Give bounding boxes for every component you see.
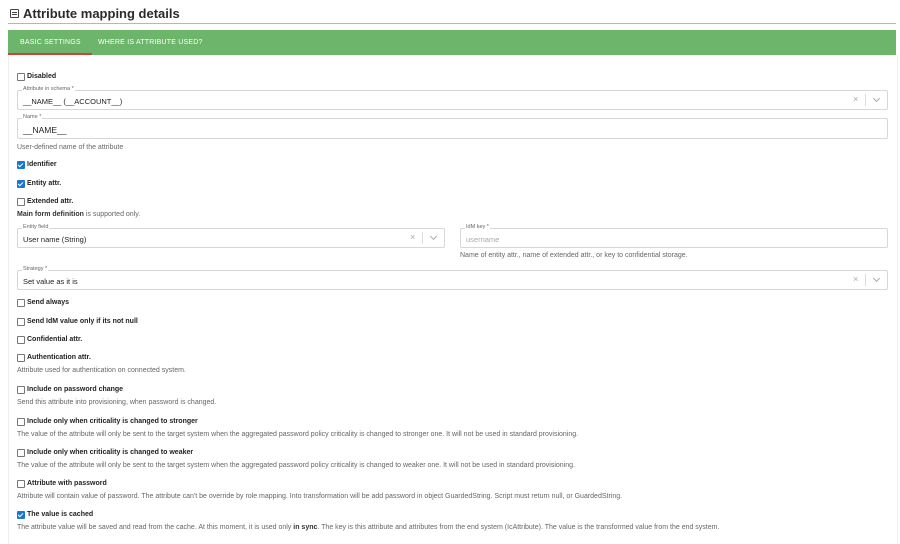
tab-label: WHERE IS ATTRIBUTE USED? <box>98 39 203 46</box>
schema-attribute-select[interactable]: Attribute in schema * __NAME__ (__ACCOUN… <box>17 86 888 110</box>
with-password-label: Attribute with password <box>27 480 107 487</box>
tab-bar: BASIC SETTINGS WHERE IS ATTRIBUTE USED? <box>8 30 896 55</box>
chevron-down-icon[interactable] <box>429 232 438 241</box>
cached-help: The attribute value will be saved and re… <box>17 524 719 531</box>
clear-icon[interactable]: × <box>853 94 858 104</box>
tab-basic-settings[interactable]: BASIC SETTINGS <box>8 30 92 55</box>
entity-attr-checkbox[interactable] <box>17 180 25 188</box>
criticality-stronger-label: Include only when criticality is changed… <box>27 418 198 425</box>
send-not-null-label: Send IdM value only if its not null <box>27 318 138 325</box>
send-always-checkbox[interactable] <box>17 299 25 307</box>
disabled-checkbox[interactable] <box>17 73 25 81</box>
confidential-label: Confidential attr. <box>27 336 83 343</box>
page-title-text: Attribute mapping details <box>23 6 180 21</box>
criticality-weaker-help: The value of the attribute will only be … <box>17 462 575 469</box>
idm-key-placeholder: username <box>466 235 500 244</box>
cached-help-text-end: . The key is this attribute and attribut… <box>317 524 720 531</box>
confidential-checkbox[interactable] <box>17 336 25 344</box>
entity-field-select[interactable]: Entity field User name (String) × <box>17 224 445 248</box>
clear-icon[interactable]: × <box>853 274 858 284</box>
cached-checkbox[interactable] <box>17 511 25 519</box>
strategy-label: Strategy * <box>22 266 49 272</box>
name-field[interactable]: Name * __NAME__ <box>17 114 888 139</box>
chevron-down-icon[interactable] <box>872 274 881 283</box>
name-help: User-defined name of the attribute <box>17 144 124 151</box>
entity-attr-label: Entity attr. <box>27 180 62 187</box>
criticality-weaker-checkbox[interactable] <box>17 449 25 457</box>
authentication-help: Attribute used for authentication on con… <box>17 367 186 374</box>
tab-where-used[interactable]: WHERE IS ATTRIBUTE USED? <box>98 30 203 55</box>
send-not-null-checkbox[interactable] <box>17 318 25 326</box>
clear-icon[interactable]: × <box>410 232 415 242</box>
idm-key-field[interactable]: IdM key * username <box>460 224 888 248</box>
list-icon <box>10 9 19 18</box>
password-change-checkbox[interactable] <box>17 386 25 394</box>
select-separator <box>865 94 866 106</box>
select-separator <box>865 274 866 286</box>
chevron-down-icon[interactable] <box>872 94 881 103</box>
schema-attribute-value: __NAME__ (__ACCOUNT__) <box>23 97 123 106</box>
cached-help-bold: in sync <box>293 524 318 531</box>
select-separator <box>422 232 423 244</box>
password-change-label: Include on password change <box>27 386 124 393</box>
criticality-stronger-checkbox[interactable] <box>17 418 25 426</box>
entity-field-label: Entity field <box>22 224 50 230</box>
name-label: Name * <box>22 114 43 120</box>
identifier-label: Identifier <box>27 161 57 168</box>
criticality-stronger-help: The value of the attribute will only be … <box>17 431 579 438</box>
title-divider <box>8 23 896 24</box>
strategy-select[interactable]: Strategy * Set value as it is × <box>17 266 888 290</box>
authentication-label: Authentication attr. <box>27 354 91 361</box>
schema-attribute-label: Attribute in schema * <box>22 86 75 92</box>
extended-attr-label: Extended attr. <box>27 198 74 205</box>
idm-key-help: Name of entity attr., name of extended a… <box>460 252 688 259</box>
name-value: __NAME__ <box>23 125 67 135</box>
disabled-label: Disabled <box>27 73 57 80</box>
with-password-checkbox[interactable] <box>17 480 25 488</box>
strategy-value: Set value as it is <box>23 277 78 286</box>
extended-attr-help-bold: Main form definition <box>17 211 84 218</box>
extended-attr-checkbox[interactable] <box>17 198 25 206</box>
idm-key-label: IdM key * <box>465 224 490 230</box>
criticality-weaker-label: Include only when criticality is changed… <box>27 449 194 456</box>
cached-help-text: The attribute value will be saved and re… <box>17 524 294 531</box>
authentication-checkbox[interactable] <box>17 354 25 362</box>
identifier-checkbox[interactable] <box>17 161 25 169</box>
with-password-help: Attribute will contain value of password… <box>17 493 623 500</box>
extended-attr-help-text: is supported only. <box>83 211 141 218</box>
page-title: Attribute mapping details <box>10 6 180 21</box>
tab-label: BASIC SETTINGS <box>20 39 81 46</box>
extended-attr-help: Main form definition is supported only. <box>17 211 140 218</box>
cached-label: The value is cached <box>27 511 94 518</box>
send-always-label: Send always <box>27 299 70 306</box>
password-change-help: Send this attribute into provisioning, w… <box>17 399 217 406</box>
entity-field-value: User name (String) <box>23 235 87 244</box>
